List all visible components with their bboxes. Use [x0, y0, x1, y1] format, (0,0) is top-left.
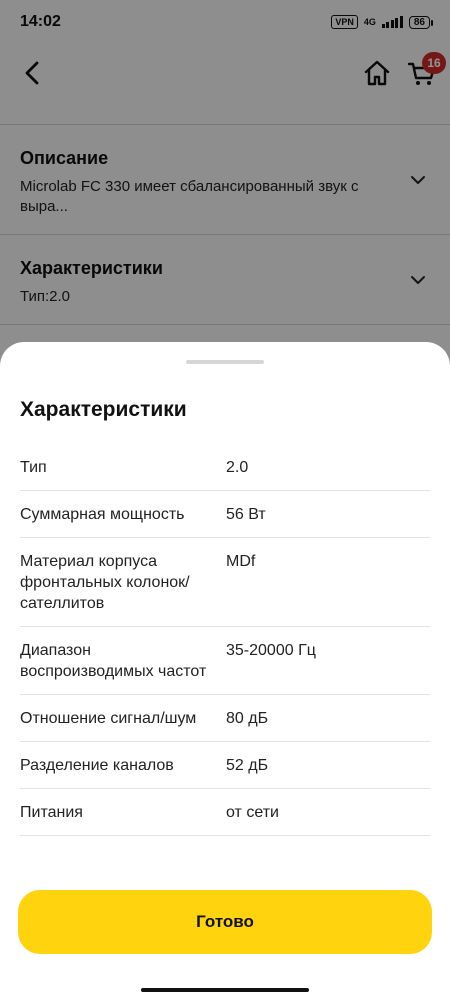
- spec-value: 35-20000 Гц: [226, 642, 316, 659]
- spec-value: 52 дБ: [226, 757, 269, 774]
- spec-row: Отношение сигнал/шум 80 дБ: [20, 695, 430, 742]
- spec-value: 2.0: [226, 459, 249, 476]
- spec-row: Материал корпуса фронтальных колонок/сат…: [20, 538, 430, 627]
- gesture-nav-bar[interactable]: [141, 988, 309, 992]
- sheet-title: Характеристики: [20, 398, 187, 421]
- spec-name: Питания: [20, 804, 83, 821]
- spec-value: 80 дБ: [226, 710, 269, 727]
- specs-bottom-sheet: Характеристики Тип 2.0 Суммарная мощност…: [0, 342, 450, 1000]
- spec-list: Тип 2.0 Суммарная мощность 56 Вт Материа…: [20, 444, 430, 836]
- spec-value: 56 Вт: [226, 506, 266, 523]
- spec-row: Питания от сети: [20, 789, 430, 836]
- spec-name: Отношение сигнал/шум: [20, 710, 197, 727]
- spec-value: от сети: [226, 804, 279, 821]
- spec-row: Разделение каналов 52 дБ: [20, 742, 430, 789]
- spec-value: MDf: [226, 553, 256, 570]
- spec-name: Разделение каналов: [20, 757, 174, 774]
- spec-row: Диапазон воспроизводимых частот 35-20000…: [20, 627, 430, 695]
- spec-name: Суммарная мощность: [20, 506, 185, 523]
- spec-name: Материал корпуса фронтальных колонок/сат…: [20, 553, 190, 612]
- spec-row: Тип 2.0: [20, 444, 430, 491]
- spec-row: Суммарная мощность 56 Вт: [20, 491, 430, 538]
- sheet-drag-handle[interactable]: [186, 360, 264, 364]
- spec-name: Диапазон воспроизводимых частот: [20, 642, 207, 680]
- spec-name: Тип: [20, 459, 47, 476]
- done-button[interactable]: Готово: [18, 890, 432, 954]
